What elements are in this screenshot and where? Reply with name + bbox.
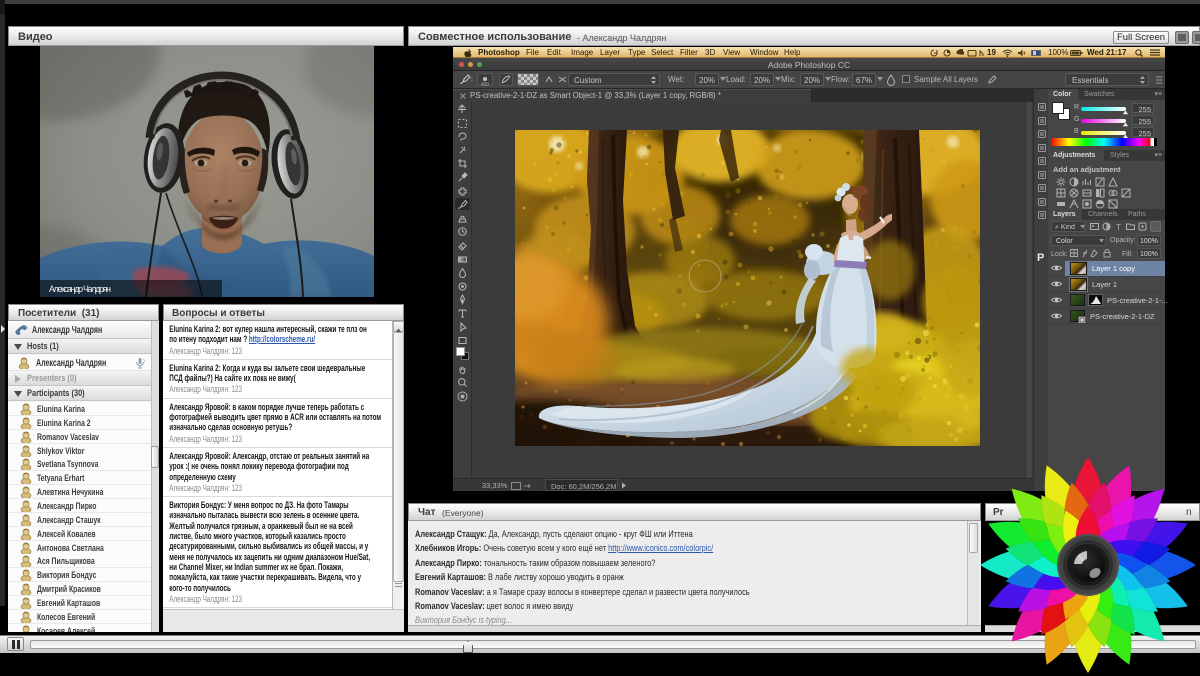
svg-text:400: 400 — [481, 82, 490, 87]
svg-text:Александр Чалдрян: Александр Чалдрян — [49, 284, 111, 294]
svg-text:T: T — [1116, 223, 1121, 231]
